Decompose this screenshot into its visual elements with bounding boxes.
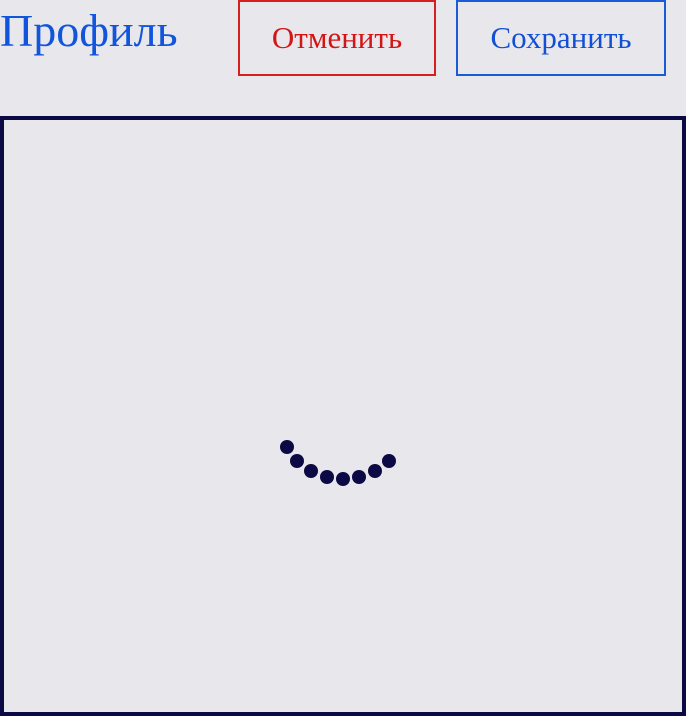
profile-screen: Профиль Отменить Сохранить: [0, 0, 686, 716]
page-title: Профиль: [0, 5, 178, 56]
save-button[interactable]: Сохранить: [456, 0, 666, 76]
loading-spinner-icon: [280, 440, 396, 486]
cancel-button[interactable]: Отменить: [238, 0, 436, 76]
profile-content-panel: [0, 116, 686, 716]
